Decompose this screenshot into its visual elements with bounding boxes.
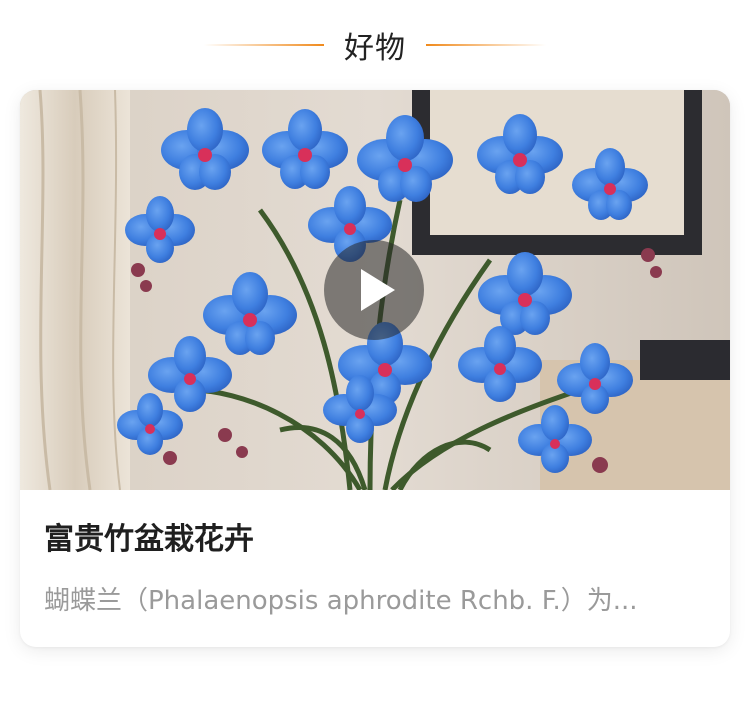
section-title: 好物 xyxy=(344,31,406,66)
card-title: 富贵竹盆栽花卉 xyxy=(44,522,254,557)
video-thumbnail[interactable] xyxy=(20,90,730,490)
header-divider-right xyxy=(426,44,546,46)
play-icon xyxy=(361,269,395,311)
card-description: 蝴蝶兰（Phalaenopsis aphrodite Rchb. F.）为... xyxy=(44,586,638,616)
play-button[interactable] xyxy=(324,240,424,340)
section-header: 好物 xyxy=(0,18,750,72)
header-divider-left xyxy=(204,44,324,46)
product-card[interactable]: 富贵竹盆栽花卉 蝴蝶兰（Phalaenopsis aphrodite Rchb.… xyxy=(20,90,730,647)
